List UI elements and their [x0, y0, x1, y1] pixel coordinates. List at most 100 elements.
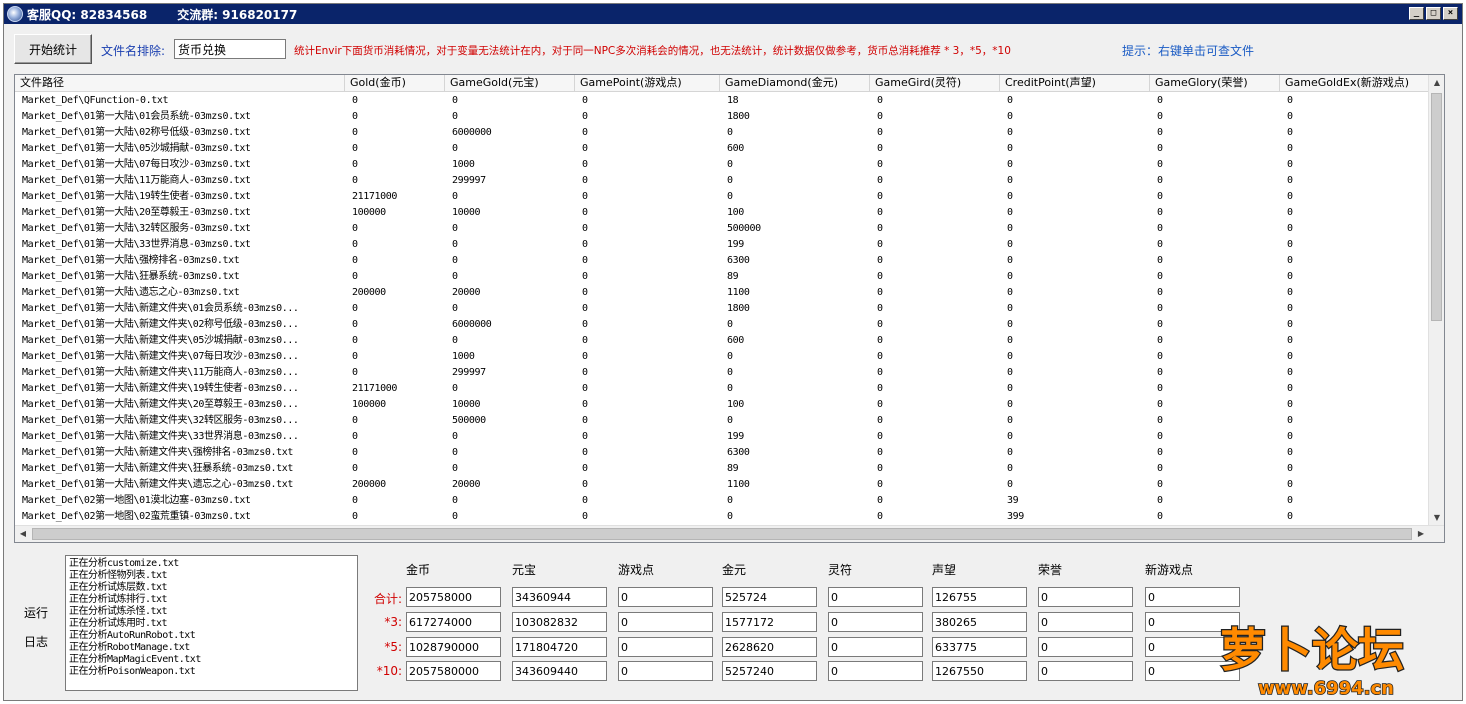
value-cell: 0: [352, 303, 358, 314]
table-row[interactable]: Market_Def\02第一地图\02蛮荒重镇-03mzs0.txt 0 0 0 0 0…: [15, 509, 1429, 525]
scroll-down-icon[interactable]: ▼: [1429, 510, 1444, 526]
table-row[interactable]: Market_Def\01第一大陆\遗忘之心-03mzs0.txt 200000 2…: [15, 285, 1429, 301]
stat-value-field[interactable]: 5257240: [722, 661, 817, 681]
stat-value-field[interactable]: 0: [828, 637, 923, 657]
value-cell: 299997: [452, 367, 486, 378]
table-row[interactable]: Market_Def\01第一大陆\新建文件夹\19转生使者-03mzs0...…: [15, 381, 1429, 397]
stat-value-field[interactable]: 0: [828, 587, 923, 607]
column-header[interactable]: CreditPoint(声望): [1000, 75, 1150, 92]
value-cell: 0: [1157, 351, 1163, 362]
exclude-input[interactable]: [174, 39, 286, 59]
stat-value-field[interactable]: 0: [1038, 661, 1133, 681]
horizontal-scroll-thumb[interactable]: [32, 528, 1412, 540]
scroll-left-icon[interactable]: ◀: [15, 526, 31, 542]
table-row[interactable]: Market_Def\01第一大陆\狂暴系统-03mzs0.txt 0 0 0 89 0 0…: [15, 269, 1429, 285]
log-line: 正在分析MapMagicEvent.txt: [69, 654, 201, 665]
value-cell: 0: [582, 319, 588, 330]
minimize-button[interactable]: _: [1409, 7, 1424, 20]
vertical-scrollbar[interactable]: ▲ ▼: [1428, 75, 1444, 526]
stat-value-field[interactable]: 525724: [722, 587, 817, 607]
table-row[interactable]: Market_Def\01第一大陆\05沙城捐献-03mzs0.txt 0 0 0 60…: [15, 141, 1429, 157]
table-header: 文件路径 Gold(金币) GameGold(元宝) GamePoint(游戏点) Ga…: [15, 75, 1429, 92]
value-cell: 0: [582, 399, 588, 410]
scroll-up-icon[interactable]: ▲: [1429, 75, 1444, 91]
value-cell: 0: [352, 143, 358, 154]
stat-value-field[interactable]: 1267550: [932, 661, 1027, 681]
value-cell: 0: [1157, 159, 1163, 170]
stat-value-field[interactable]: 34360944: [512, 587, 607, 607]
file-list-table[interactable]: 文件路径 Gold(金币) GameGold(元宝) GamePoint(游戏点) Ga…: [14, 74, 1445, 543]
scroll-right-icon[interactable]: ▶: [1413, 526, 1429, 542]
table-row[interactable]: Market_Def\01第一大陆\01会员系统-03mzs0.txt 0 0 0 18…: [15, 109, 1429, 125]
column-header[interactable]: GameGoldEx(新游戏点): [1280, 75, 1429, 92]
value-cell: 0: [1007, 175, 1013, 186]
stat-value-field[interactable]: 343609440: [512, 661, 607, 681]
table-row[interactable]: Market_Def\01第一大陆\强榜排名-03mzs0.txt 0 0 0 6300…: [15, 253, 1429, 269]
stat-value-field[interactable]: 1577172: [722, 612, 817, 632]
log-line: 正在分析RobotManage.txt: [69, 642, 190, 653]
stat-value-field[interactable]: 0: [1038, 612, 1133, 632]
stat-value-field[interactable]: 2057580000: [406, 661, 501, 681]
title-qq: 客服QQ: 82834568: [27, 7, 148, 22]
stat-value-field[interactable]: 103082832: [512, 612, 607, 632]
table-row[interactable]: Market_Def\01第一大陆\新建文件夹\01会员系统-03mzs0...…: [15, 301, 1429, 317]
column-header[interactable]: GamePoint(游戏点): [575, 75, 720, 92]
stat-value-field[interactable]: 2628620: [722, 637, 817, 657]
column-header[interactable]: 文件路径: [15, 75, 345, 92]
table-row[interactable]: Market_Def\01第一大陆\新建文件夹\20至尊毅王-03mzs0...…: [15, 397, 1429, 413]
table-row[interactable]: Market_Def\01第一大陆\11万能商人-03mzs0.txt 0 2999…: [15, 173, 1429, 189]
table-row[interactable]: Market_Def\02第一地图\01漠北边塞-03mzs0.txt 0 0 0 0 0…: [15, 493, 1429, 509]
stat-value-field[interactable]: 0: [1038, 587, 1133, 607]
toolbar: 开始统计 文件名排除: 统计Envir下面货币消耗情况，对于变量无法统计在内，对…: [14, 34, 1452, 68]
exclude-label: 文件名排除:: [101, 44, 166, 58]
stat-value-field[interactable]: 633775: [932, 637, 1027, 657]
stat-value-field[interactable]: 205758000: [406, 587, 501, 607]
table-row[interactable]: Market_Def\01第一大陆\32转区服务-03mzs0.txt 0 0 0 50…: [15, 221, 1429, 237]
stat-value-field[interactable]: 0: [618, 637, 713, 657]
stat-value-field[interactable]: 380265: [932, 612, 1027, 632]
column-header[interactable]: Gold(金币): [345, 75, 445, 92]
column-header[interactable]: GameGold(元宝): [445, 75, 575, 92]
stat-value-field[interactable]: 0: [828, 661, 923, 681]
column-header[interactable]: GameGlory(荣誉): [1150, 75, 1280, 92]
value-cell: 0: [452, 303, 458, 314]
table-row[interactable]: Market_Def\01第一大陆\19转生使者-03mzs0.txt 21171…: [15, 189, 1429, 205]
horizontal-scrollbar[interactable]: ◀ ▶: [15, 525, 1444, 542]
value-cell: 0: [582, 111, 588, 122]
table-row[interactable]: Market_Def\01第一大陆\新建文件夹\07每日攻沙-03mzs0...…: [15, 349, 1429, 365]
table-row[interactable]: Market_Def\01第一大陆\新建文件夹\32转区服务-03mzs0...…: [15, 413, 1429, 429]
table-row[interactable]: Market_Def\01第一大陆\新建文件夹\05沙城捐献-03mzs0...…: [15, 333, 1429, 349]
close-button[interactable]: ×: [1443, 7, 1458, 20]
maximize-button[interactable]: □: [1426, 7, 1441, 20]
stat-value-field[interactable]: 0: [618, 587, 713, 607]
table-row[interactable]: Market_Def\01第一大陆\新建文件夹\33世界消息-03mzs0...…: [15, 429, 1429, 445]
column-header[interactable]: GameGird(灵符): [870, 75, 1000, 92]
vertical-scroll-thumb[interactable]: [1431, 93, 1442, 321]
run-log-textbox[interactable]: 正在分析customize.txt 正在分析怪物列表.txt 正在分析试炼层数.tx…: [65, 555, 358, 691]
table-row[interactable]: Market_Def\01第一大陆\新建文件夹\强榜排名-03mzs0.txt 0…: [15, 445, 1429, 461]
value-cell: 0: [1287, 399, 1293, 410]
table-row[interactable]: Market_Def\01第一大陆\新建文件夹\11万能商人-03mzs0...…: [15, 365, 1429, 381]
table-row[interactable]: Market_Def\01第一大陆\33世界消息-03mzs0.txt 0 0 0 19…: [15, 237, 1429, 253]
table-row[interactable]: Market_Def\QFunction-0.txt 0 0 0 18 0 0 0 0: [15, 93, 1429, 109]
forum-watermark-logo: 萝卜论坛 www.6994.cn: [1219, 622, 1406, 700]
stat-value-field[interactable]: 0: [618, 612, 713, 632]
table-body[interactable]: Market_Def\QFunction-0.txt 0 0 0 18 0 0 0 0 Marke…: [15, 93, 1429, 526]
stat-value-field[interactable]: 171804720: [512, 637, 607, 657]
stat-value-field[interactable]: 0: [1038, 637, 1133, 657]
stat-value-field[interactable]: 617274000: [406, 612, 501, 632]
stat-value-field[interactable]: 126755: [932, 587, 1027, 607]
start-stats-button[interactable]: 开始统计: [14, 34, 92, 64]
value-cell: 0: [582, 303, 588, 314]
table-row[interactable]: Market_Def\01第一大陆\07每日攻沙-03mzs0.txt 0 1000…: [15, 157, 1429, 173]
table-row[interactable]: Market_Def\01第一大陆\新建文件夹\狂暴系统-03mzs0.txt 0…: [15, 461, 1429, 477]
table-row[interactable]: Market_Def\01第一大陆\新建文件夹\02称号低级-03mzs0...…: [15, 317, 1429, 333]
column-header[interactable]: GameDiamond(金元): [720, 75, 870, 92]
table-row[interactable]: Market_Def\01第一大陆\02称号低级-03mzs0.txt 0 6000…: [15, 125, 1429, 141]
value-cell: 0: [1007, 271, 1013, 282]
stat-value-field[interactable]: 0: [828, 612, 923, 632]
stat-value-field[interactable]: 1028790000: [406, 637, 501, 657]
table-row[interactable]: Market_Def\01第一大陆\新建文件夹\遗忘之心-03mzs0.txt 2…: [15, 477, 1429, 493]
table-row[interactable]: Market_Def\01第一大陆\20至尊毅王-03mzs0.txt 10000…: [15, 205, 1429, 221]
stat-value-field[interactable]: 0: [618, 661, 713, 681]
